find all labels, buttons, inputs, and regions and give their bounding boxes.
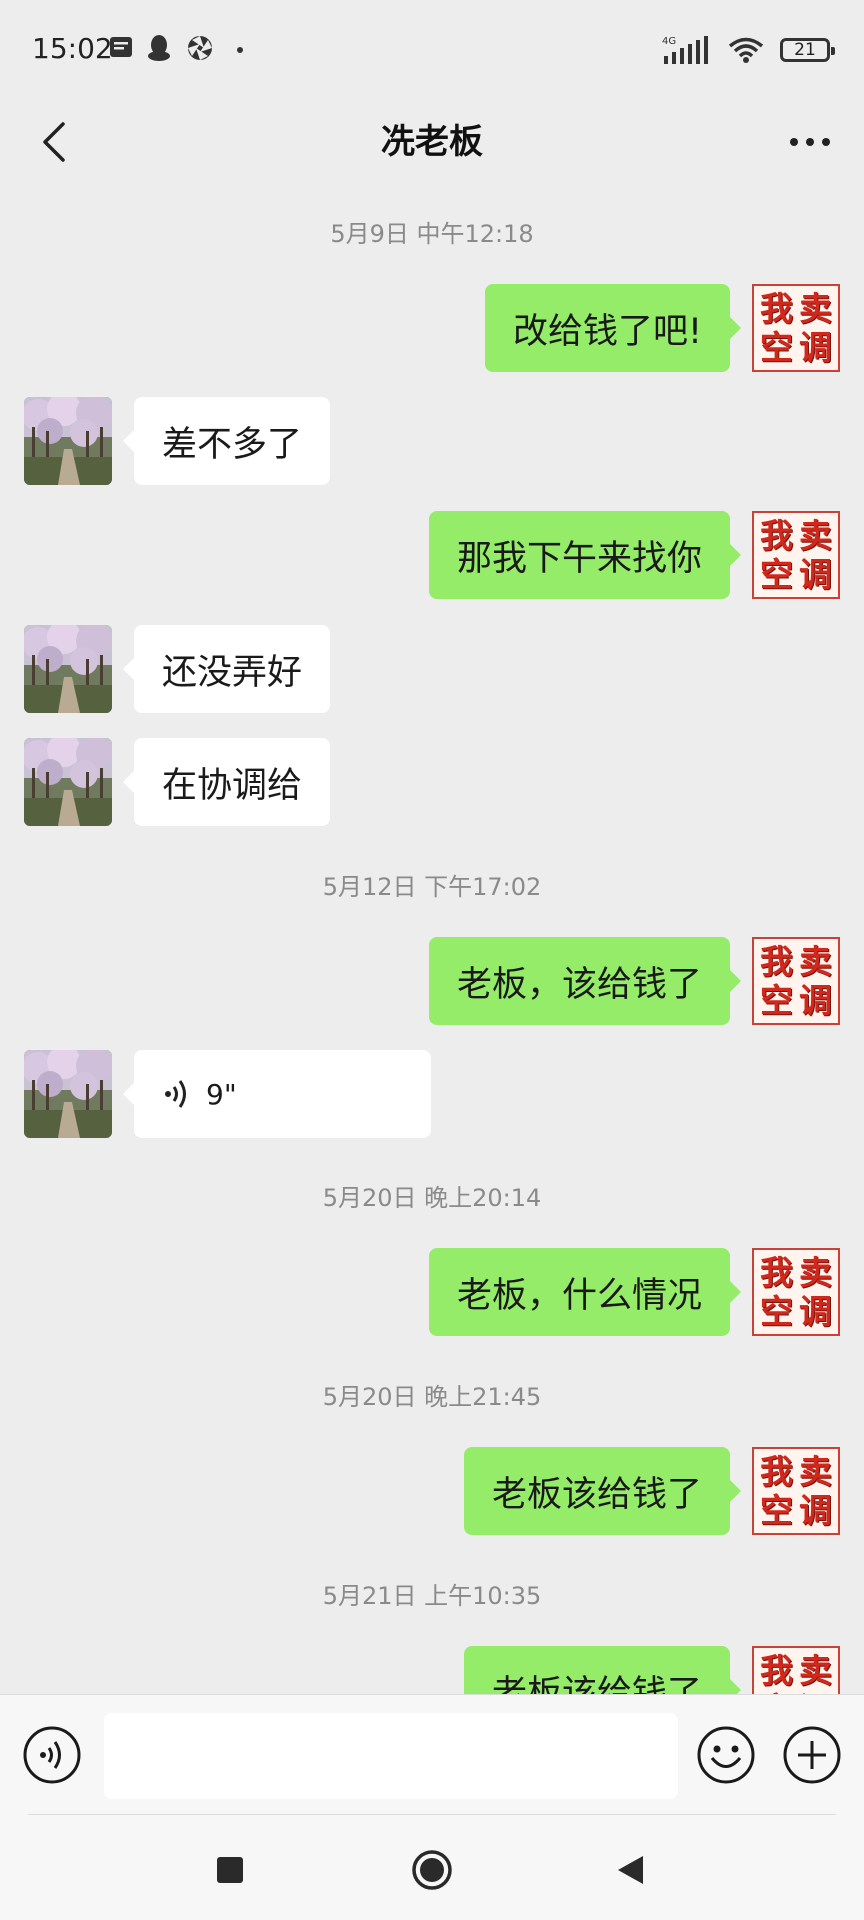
message-row: 老板该给钱了 我卖 空调 bbox=[463, 1446, 840, 1536]
my-avatar[interactable]: 我卖 空调 bbox=[752, 284, 840, 372]
timestamp: 5月21日 上午10:35 bbox=[322, 1582, 542, 1610]
chat-header: 冼老板 bbox=[0, 100, 864, 184]
message-bubble-received[interactable]: 还没弄好 bbox=[122, 625, 331, 713]
more-button[interactable] bbox=[780, 112, 840, 172]
timestamp: 5月20日 晚上21:45 bbox=[322, 1383, 542, 1411]
home-button[interactable] bbox=[402, 1840, 462, 1900]
contact-avatar[interactable] bbox=[24, 625, 112, 713]
dot-icon bbox=[237, 47, 243, 53]
emoji-icon[interactable] bbox=[696, 1725, 756, 1785]
qq-icon bbox=[148, 35, 170, 61]
contact-avatar[interactable] bbox=[24, 738, 112, 826]
message-row: 改给钱了吧! 我卖 空调 bbox=[484, 283, 840, 373]
recent-apps-button[interactable] bbox=[200, 1840, 260, 1900]
aperture-icon bbox=[188, 36, 212, 60]
my-avatar[interactable]: 我卖 空调 bbox=[752, 1248, 840, 1336]
battery-level: 21 bbox=[794, 40, 816, 60]
voice-duration: 9" bbox=[206, 1077, 237, 1111]
voice-message-bubble[interactable]: 9" bbox=[123, 1050, 431, 1138]
message-bubble-received[interactable]: 差不多了 bbox=[122, 397, 331, 485]
triangle-back-icon bbox=[618, 1856, 643, 1884]
plus-icon[interactable] bbox=[782, 1725, 842, 1785]
message-row: 差不多了 bbox=[24, 396, 331, 486]
status-time: 15:02 bbox=[32, 32, 113, 65]
message-bubble-sent[interactable]: 那我下午来找你 bbox=[428, 511, 742, 599]
message-row: 老板该给钱了 我卖 空调 bbox=[463, 1645, 840, 1694]
voice-wave-icon bbox=[165, 1080, 186, 1108]
timestamp: 5月12日 下午17:02 bbox=[322, 873, 542, 901]
my-avatar[interactable]: 我卖 空调 bbox=[752, 1447, 840, 1535]
message-bubble-sent[interactable]: 老板，该给钱了 bbox=[428, 937, 742, 1025]
message-bubble-sent[interactable]: 老板该给钱了 bbox=[463, 1447, 742, 1535]
message-row: 还没弄好 bbox=[24, 624, 331, 714]
voice-icon[interactable] bbox=[22, 1725, 82, 1785]
my-avatar[interactable]: 我卖 空调 bbox=[752, 937, 840, 1025]
more-icon bbox=[790, 138, 830, 146]
message-input[interactable] bbox=[104, 1713, 678, 1799]
message-notification-icon bbox=[110, 37, 132, 57]
home-circle-icon bbox=[412, 1850, 452, 1890]
message-row: 老板，什么情况 我卖 空调 bbox=[428, 1247, 840, 1337]
network-type: 4G bbox=[662, 36, 676, 47]
message-input-bar bbox=[0, 1694, 864, 1815]
my-avatar[interactable]: 我卖 空调 bbox=[752, 1646, 840, 1694]
message-row: 9" bbox=[24, 1049, 431, 1139]
system-back-button[interactable] bbox=[600, 1840, 660, 1900]
chat-title: 冼老板 bbox=[381, 122, 483, 162]
timestamp: 5月9日 中午12:18 bbox=[330, 220, 534, 248]
message-row: 在协调给 bbox=[24, 737, 331, 827]
divider bbox=[28, 1814, 836, 1815]
my-avatar[interactable]: 我卖 空调 bbox=[752, 511, 840, 599]
square-icon bbox=[217, 1857, 243, 1883]
message-bubble-sent[interactable]: 改给钱了吧! bbox=[484, 284, 742, 372]
chat-message-list[interactable]: 5月9日 中午12:18 改给钱了吧! 我卖 空调 差不多了 那我下午来找你 我… bbox=[0, 184, 864, 1694]
message-bubble-sent[interactable]: 老板该给钱了 bbox=[463, 1646, 742, 1694]
wifi-icon bbox=[728, 37, 764, 63]
message-row: 那我下午来找你 我卖 空调 bbox=[428, 510, 840, 600]
message-bubble-sent[interactable]: 老板，什么情况 bbox=[428, 1248, 742, 1336]
contact-avatar[interactable] bbox=[24, 397, 112, 485]
message-row: 老板，该给钱了 我卖 空调 bbox=[428, 936, 840, 1026]
timestamp: 5月20日 晚上20:14 bbox=[322, 1184, 542, 1212]
system-navigation-bar bbox=[0, 1814, 864, 1920]
signal-4g-icon: 4G bbox=[662, 36, 708, 64]
message-bubble-received[interactable]: 在协调给 bbox=[122, 738, 331, 826]
status-bar: 15:02 4G 21 bbox=[0, 0, 864, 100]
contact-avatar[interactable] bbox=[24, 1050, 112, 1138]
battery-indicator: 21 bbox=[780, 38, 835, 62]
